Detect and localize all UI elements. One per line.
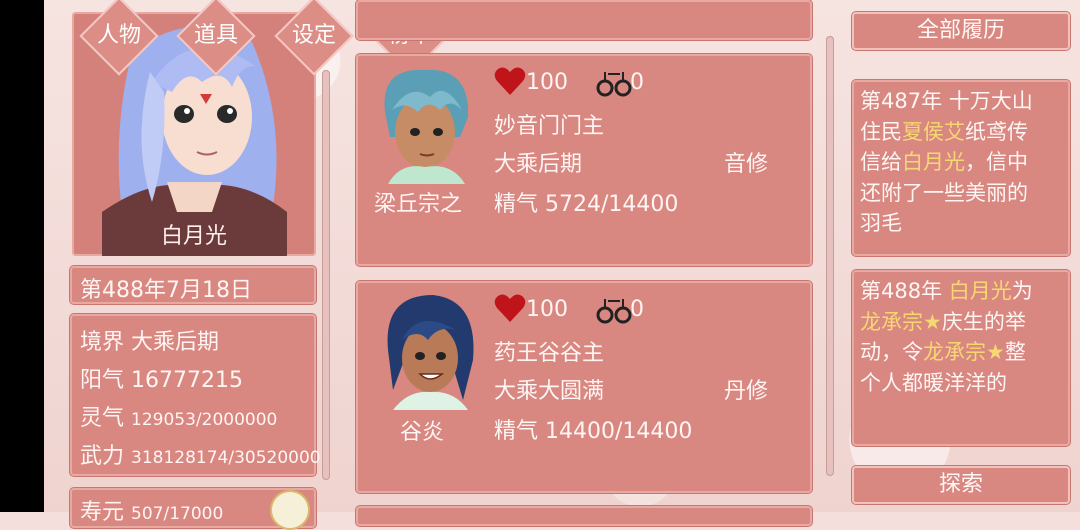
npc-essence-2: 精气 14400/14400	[494, 413, 692, 445]
player-name: 白月光	[160, 224, 227, 249]
middle-scrollbar[interactable]	[826, 36, 834, 476]
shackle-icon	[596, 72, 632, 97]
npc-title-1: 妙音门门主	[494, 114, 605, 139]
realm-row: 境界 大乘后期	[80, 324, 219, 356]
essence-label-1: 精气	[494, 192, 539, 217]
shouyuan-label: 寿元	[80, 500, 125, 525]
log1-hl1: 夏侯艾	[902, 119, 965, 144]
screen-edge	[0, 0, 44, 512]
bond-value-1: 0	[630, 70, 644, 95]
npc-realm-1: 大乘后期	[494, 152, 583, 177]
npc-title-2: 药王谷谷主	[494, 341, 605, 366]
explore-button[interactable]: 探索	[852, 466, 1070, 504]
coin-icon[interactable]	[270, 490, 310, 530]
npc-name-2: 谷炎	[400, 420, 445, 445]
yang-value: 16777215	[131, 368, 243, 393]
card-bottom-partial	[356, 506, 812, 526]
log2-hl2: 龙承宗★	[860, 309, 942, 334]
npc-portrait-2	[387, 295, 474, 410]
tab-items[interactable]: 道具	[171, 24, 261, 48]
npc-path-2: 丹修	[724, 379, 769, 404]
log-entry-1-text: 第487年 十万大山住民夏侯艾纸鸢传信给白月光，信中还附了一些美丽的羽毛	[860, 86, 1042, 239]
npc-portrait-1	[384, 69, 469, 184]
log1-hl2: 白月光	[902, 150, 965, 174]
ling-row: 灵气 129053/2000000	[80, 400, 277, 432]
yang-row: 阳气 16777215	[80, 362, 243, 394]
shouyuan-row: 寿元 507/17000	[80, 494, 223, 526]
wuli-row: 武力 318128174/30520000	[80, 438, 321, 470]
bond-value-2: 0	[630, 297, 644, 322]
left-scrollbar[interactable]	[322, 70, 330, 480]
essence-value-2: 14400/14400	[545, 419, 693, 444]
game-date: 第488年7月18日	[80, 278, 252, 303]
log2-p2: 为	[1011, 279, 1033, 303]
wuli-value: 318128174/30520000	[131, 448, 321, 468]
card-top-partial	[356, 0, 812, 40]
wuli-clip: 武力 318128174/30520000	[72, 430, 322, 470]
shouyuan-value: 507/17000	[131, 504, 224, 524]
log2-hl1: 白月光	[948, 279, 1012, 303]
favor-value-1: 100	[526, 70, 568, 95]
npc-name-1: 梁丘宗之	[374, 192, 463, 217]
log2-hl3: 龙承宗★	[923, 340, 1005, 364]
npc-path-1: 音修	[724, 152, 769, 177]
log-entry-2-text: 第488年 白月光为龙承宗★庆生的举动，令龙承宗★整个人都暖洋洋的	[860, 276, 1042, 398]
heart-icon	[494, 294, 526, 322]
wuli-label: 武力	[80, 444, 125, 469]
heart-icon	[494, 67, 526, 95]
shackle-icon	[596, 299, 632, 324]
essence-value-1: 5724/14400	[545, 192, 679, 217]
essence-label-2: 精气	[494, 419, 539, 444]
ling-value: 129053/2000000	[131, 410, 278, 430]
realm-label: 境界	[80, 330, 125, 355]
realm-value: 大乘后期	[131, 330, 220, 355]
log2-p1: 第488年	[860, 279, 949, 303]
ling-label: 灵气	[80, 406, 125, 431]
npc-essence-1: 精气 5724/14400	[494, 186, 678, 218]
favor-value-2: 100	[526, 297, 568, 322]
tab-person[interactable]: 人物	[74, 24, 164, 48]
npc-realm-2: 大乘大圆满	[494, 379, 605, 404]
all-history-button[interactable]: 全部履历	[852, 12, 1070, 50]
tab-settings[interactable]: 设定	[269, 24, 359, 48]
yang-label: 阳气	[80, 368, 125, 393]
